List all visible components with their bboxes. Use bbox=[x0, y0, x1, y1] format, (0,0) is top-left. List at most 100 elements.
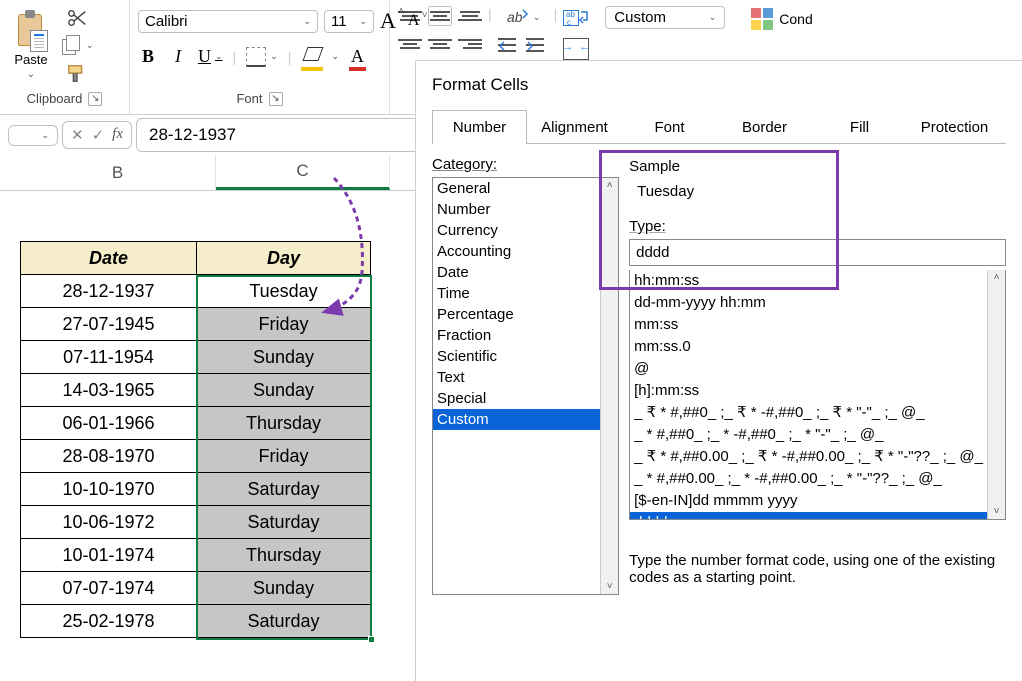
font-color-button[interactable]: A bbox=[349, 46, 366, 67]
format-item[interactable]: dddd bbox=[630, 512, 987, 519]
italic-button[interactable]: I bbox=[168, 46, 188, 67]
category-item[interactable]: General bbox=[433, 178, 600, 199]
tab-fill[interactable]: Fill bbox=[812, 110, 907, 144]
copy-button[interactable]: ⌄ bbox=[60, 35, 94, 57]
cell-day[interactable]: Saturday bbox=[197, 506, 371, 539]
column-header-b[interactable]: B bbox=[20, 155, 216, 190]
cell-date[interactable]: 10-01-1974 bbox=[21, 539, 197, 572]
border-button[interactable]: ⌄ bbox=[246, 47, 278, 67]
category-item[interactable]: Fraction bbox=[433, 325, 600, 346]
format-item[interactable]: _ ₹ * #,##0.00_ ;_ ₹ * -#,##0.00_ ;_ ₹ *… bbox=[630, 446, 987, 468]
decrease-indent-button[interactable] bbox=[498, 36, 520, 56]
column-header-c[interactable]: C bbox=[216, 155, 390, 190]
orientation-button[interactable]: ab ⌄ bbox=[498, 6, 548, 28]
category-item[interactable]: Time bbox=[433, 283, 600, 304]
fill-handle[interactable] bbox=[368, 636, 375, 643]
cell-date[interactable]: 28-08-1970 bbox=[21, 440, 197, 473]
increase-indent-button[interactable] bbox=[526, 36, 548, 56]
cell-date[interactable]: 25-02-1978 bbox=[21, 605, 197, 638]
scroll-down-icon[interactable]: ˅ bbox=[607, 581, 613, 592]
increase-font-button[interactable]: A˄ bbox=[380, 8, 402, 34]
underline-button[interactable]: U⌄ bbox=[198, 46, 223, 67]
cell-date[interactable]: 07-11-1954 bbox=[21, 341, 197, 374]
tab-alignment[interactable]: Alignment bbox=[527, 110, 622, 144]
format-item[interactable]: @ bbox=[630, 358, 987, 380]
scroll-up-icon[interactable]: ˄ bbox=[994, 272, 1000, 283]
category-item[interactable]: Currency bbox=[433, 220, 600, 241]
conditional-formatting-button[interactable]: Cond bbox=[747, 4, 816, 34]
cell-day[interactable]: Friday bbox=[197, 308, 371, 341]
category-item[interactable]: Text bbox=[433, 367, 600, 388]
number-format-select[interactable]: Custom ⌄ bbox=[605, 6, 725, 29]
format-item[interactable]: mm:ss.0 bbox=[630, 336, 987, 358]
cell-day[interactable]: Sunday bbox=[197, 341, 371, 374]
cancel-icon[interactable]: ✕ bbox=[71, 126, 84, 144]
format-item[interactable]: [$-en-IN]dd mmmm yyyy bbox=[630, 490, 987, 512]
format-painter-button[interactable] bbox=[60, 63, 94, 85]
group-launcher-icon[interactable]: ↘ bbox=[88, 92, 102, 106]
bold-button[interactable]: B bbox=[138, 46, 158, 67]
category-item[interactable]: Special bbox=[433, 388, 600, 409]
format-item[interactable]: [h]:mm:ss bbox=[630, 380, 987, 402]
format-item[interactable]: dd-mm-yyyy hh:mm bbox=[630, 292, 987, 314]
cell-day[interactable]: Thursday bbox=[197, 539, 371, 572]
tab-border[interactable]: Border bbox=[717, 110, 812, 144]
type-input[interactable]: dddd bbox=[629, 239, 1006, 266]
category-item[interactable]: Date bbox=[433, 262, 600, 283]
tab-protection[interactable]: Protection bbox=[907, 110, 1002, 144]
format-item[interactable]: mm:ss bbox=[630, 314, 987, 336]
cell-day[interactable]: Friday bbox=[197, 440, 371, 473]
cell-date[interactable]: 10-10-1970 bbox=[21, 473, 197, 506]
cell-day[interactable]: Sunday bbox=[197, 572, 371, 605]
header-day[interactable]: Day bbox=[197, 242, 371, 275]
fx-icon[interactable]: fx bbox=[112, 126, 123, 144]
cell-date[interactable]: 27-07-1945 bbox=[21, 308, 197, 341]
align-left-button[interactable] bbox=[398, 34, 422, 54]
category-item[interactable]: Percentage bbox=[433, 304, 600, 325]
cell-day[interactable]: Saturday bbox=[197, 473, 371, 506]
tab-number[interactable]: Number bbox=[432, 110, 527, 144]
scrollbar[interactable]: ˄˅ bbox=[987, 270, 1005, 519]
category-item[interactable]: Number bbox=[433, 199, 600, 220]
align-bottom-button[interactable] bbox=[458, 6, 482, 26]
category-item[interactable]: Scientific bbox=[433, 346, 600, 367]
cell-date[interactable]: 07-07-1974 bbox=[21, 572, 197, 605]
fill-color-button[interactable]: ⌄ bbox=[301, 47, 339, 67]
format-item[interactable]: _ * #,##0_ ;_ * -#,##0_ ;_ * "-"_ ;_ @_ bbox=[630, 424, 987, 446]
cut-button[interactable] bbox=[60, 7, 94, 29]
merge-button[interactable] bbox=[563, 38, 589, 60]
scroll-down-icon[interactable]: ˅ bbox=[994, 506, 1000, 517]
format-list[interactable]: hh:mm:ss dd-mm-yyyy hh:mm mm:ss mm:ss.0 … bbox=[629, 270, 1006, 520]
tab-font[interactable]: Font bbox=[622, 110, 717, 144]
cell-date[interactable]: 28-12-1937 bbox=[21, 275, 197, 308]
align-middle-button[interactable] bbox=[428, 6, 452, 26]
scroll-up-icon[interactable]: ˄ bbox=[607, 180, 613, 191]
scrollbar[interactable]: ˄˅ bbox=[600, 178, 618, 594]
paste-button[interactable]: Paste ⌄ bbox=[8, 12, 54, 80]
enter-icon[interactable]: ✓ bbox=[92, 126, 105, 144]
header-date[interactable]: Date bbox=[21, 242, 197, 275]
decrease-font-button[interactable]: A˅ bbox=[408, 12, 426, 30]
cell-day[interactable]: Saturday bbox=[197, 605, 371, 638]
group-launcher-icon[interactable]: ↘ bbox=[269, 92, 283, 106]
align-center-button[interactable] bbox=[428, 34, 452, 54]
cell-date[interactable]: 10-06-1972 bbox=[21, 506, 197, 539]
name-box[interactable]: ⌄ bbox=[8, 125, 58, 146]
font-name-select[interactable]: Calibri ⌄ bbox=[138, 10, 318, 33]
format-item[interactable]: hh:mm:ss bbox=[630, 270, 987, 292]
font-size-select[interactable]: 11 ⌄ bbox=[324, 10, 374, 33]
cell-day[interactable]: Tuesday bbox=[197, 275, 371, 308]
category-item[interactable]: Accounting bbox=[433, 241, 600, 262]
chevron-down-icon: ⌄ bbox=[84, 40, 94, 51]
cell-day[interactable]: Sunday bbox=[197, 374, 371, 407]
wrap-text-button[interactable]: abc bbox=[563, 6, 589, 30]
format-item[interactable]: _ * #,##0.00_ ;_ * -#,##0.00_ ;_ * "-"??… bbox=[630, 468, 987, 490]
format-item[interactable]: _ ₹ * #,##0_ ;_ ₹ * -#,##0_ ;_ ₹ * "-"_ … bbox=[630, 402, 987, 424]
category-item[interactable]: Custom bbox=[433, 409, 600, 430]
align-right-button[interactable] bbox=[458, 34, 482, 54]
hint-text: Type the number format code, using one o… bbox=[629, 528, 1006, 586]
cell-date[interactable]: 14-03-1965 bbox=[21, 374, 197, 407]
cell-date[interactable]: 06-01-1966 bbox=[21, 407, 197, 440]
category-list[interactable]: General Number Currency Accounting Date … bbox=[432, 177, 619, 595]
cell-day[interactable]: Thursday bbox=[197, 407, 371, 440]
